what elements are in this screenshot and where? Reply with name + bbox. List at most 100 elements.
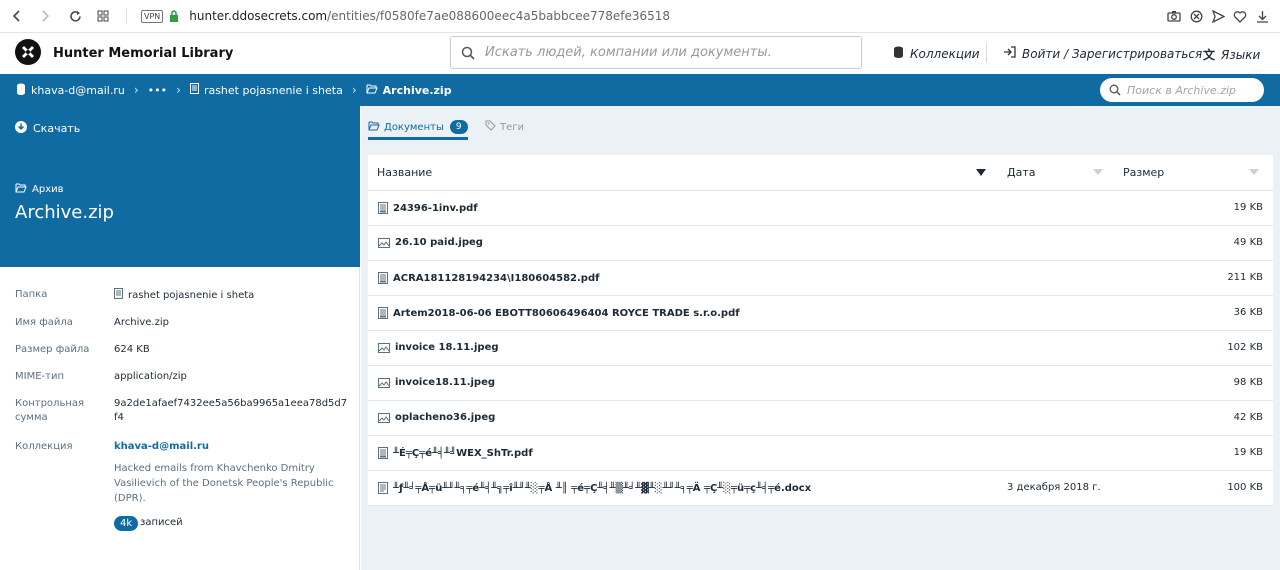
row-name-cell[interactable]: oplacheno36.jpeg [378,412,495,423]
download-icon[interactable] [1254,8,1270,24]
table-row[interactable]: invoice 18.11.jpeg 102 KB [368,331,1273,366]
row-name-cell[interactable]: invoice18.11.jpeg [378,377,495,388]
row-name-cell[interactable]: 24396-1inv.pdf [378,202,478,214]
pdf-icon [378,447,388,459]
login-link[interactable]: Войти / Зарегистрироваться [1003,46,1202,61]
file-name: 26.10 paid.jpeg [395,237,483,248]
row-size-cell: 19 KB [1233,447,1263,458]
row-size-cell: 211 KB [1227,272,1263,283]
row-size-cell: 19 KB [1233,202,1263,213]
docx-icon [378,482,388,494]
table-row[interactable]: ╨ƒ╨╛╤Å╤ü╨╜╨╕╤é╨╡╨╗╤î╨╜╨░╤Å ╨║ ╤é╤Ç╨╡╨▒╨╛… [368,471,1273,506]
archive-search-placeholder: Поиск в Archive.zip [1127,83,1237,97]
breadcrumb-current[interactable]: Archive.zip [366,84,452,97]
reload-icon[interactable] [64,5,86,27]
metadata-panel: Папка rashet pojasnenie i sheta Имя файл… [0,267,360,570]
meta-folder-key: Папка [15,289,48,300]
record-count-label: записей [140,517,183,528]
image-icon [378,342,390,353]
meta-checksum-key: Контрольная сумма [15,398,85,423]
sidebar-header: Скачать Архив Archive.zip [0,106,360,267]
block-icon[interactable] [1188,8,1204,24]
column-date-header[interactable]: Дата [1007,166,1035,179]
row-name-cell[interactable]: ╨ƒ╨╛╤Å╤ü╨╜╨╕╤é╨╡╨╗╤î╨╜╨░╤Å ╨║ ╤é╤Ç╨╡╨▒╨╛… [378,482,811,494]
heart-icon[interactable] [1232,8,1248,24]
column-name-header[interactable]: Название [377,166,432,179]
column-size-header[interactable]: Размер [1123,166,1164,179]
address-bar[interactable]: hunter.ddosecrets.com/entities/f0580fe7a… [189,9,670,23]
file-name: invoice18.11.jpeg [395,377,496,388]
pdf-icon [378,272,388,284]
file-name: ╨ƒ╨╛╤Å╤ü╨╜╨╕╤é╨╡╨╗╤î╨╜╨░╤Å ╨║ ╤é╤Ç╨╡╨▒╨╛… [393,482,812,494]
vpn-badge[interactable]: VPN [141,9,164,23]
chevron-right-icon: › [176,83,181,97]
row-size-cell: 98 KB [1233,377,1263,388]
table-row[interactable]: ╨É╤Ç╤é╨╡╨╝WEX_ShTr.pdf 19 KB [368,436,1273,471]
breadcrumb-collection[interactable]: khava-d@mail.ru [16,83,125,98]
folder-open-icon [368,121,380,134]
download-circle-icon [15,121,27,136]
row-size-cell: 42 KB [1233,412,1263,423]
search-placeholder: Искать людей, компании или документы. [485,45,772,60]
tab-tags[interactable]: Теги [485,120,524,134]
row-name-cell[interactable]: ACRA181128194234\I180604582.pdf [378,272,599,284]
row-size-cell: 100 KB [1227,482,1263,493]
table-row[interactable]: ACRA181128194234\I180604582.pdf 211 KB [368,261,1273,296]
meta-filename-value: Archive.zip [114,317,169,328]
languages-link[interactable]: 文 Языки [1203,46,1260,63]
collections-link[interactable]: Коллекции [893,46,980,61]
pdf-icon [378,307,388,319]
row-size-cell: 36 KB [1233,307,1263,318]
file-name: ACRA181128194234\I180604582.pdf [393,272,600,284]
documents-table: Название Дата Размер 24396-1inv.pdf 19 KB… [368,155,1273,506]
breadcrumb-folder[interactable]: rashet pojasnenie i sheta [189,83,343,97]
row-size-cell: 49 KB [1233,237,1263,248]
tabs-grid-icon[interactable] [92,5,114,27]
forward-icon[interactable] [34,5,56,27]
tab-documents[interactable]: Документы 9 [368,120,468,140]
table-row[interactable]: Artem2018-06-06 EBOTT80606496404 ROYCE T… [368,296,1273,331]
lock-icon [169,7,179,26]
main-content: Документы 9 Теги Название Дата Размер 24… [361,106,1280,570]
meta-collection-link[interactable]: khava-d@mail.ru [114,440,209,454]
send-icon[interactable] [1210,8,1226,24]
table-row[interactable]: invoice18.11.jpeg 98 KB [368,366,1273,401]
row-name-cell[interactable]: Artem2018-06-06 EBOTT80606496404 ROYCE T… [378,307,740,319]
search-input[interactable]: Искать людей, компании или документы. [450,36,862,69]
meta-mime-key: MIME-тип [15,371,64,382]
logo-icon[interactable] [15,39,41,65]
sort-icon[interactable] [1093,169,1103,175]
folder-open-icon [15,183,27,196]
meta-checksum-value: 9a2de1afaef7432ee5a56ba9965a1eea78d5d7 f… [114,398,348,423]
meta-collection-key: Коллекция [15,441,73,452]
row-date-cell: 3 декабря 2018 г. [1007,482,1101,493]
file-name: 24396-1inv.pdf [393,202,478,214]
search-icon [1109,84,1121,96]
image-icon [378,237,390,248]
table-row[interactable]: oplacheno36.jpeg 42 KB [368,401,1273,436]
sort-desc-icon[interactable] [976,169,986,176]
sort-icon[interactable] [1249,169,1259,175]
meta-folder-link[interactable]: rashet pojasnenie i sheta [114,288,254,304]
database-icon [16,83,26,98]
row-name-cell[interactable]: invoice 18.11.jpeg [378,342,499,353]
table-row[interactable]: 24396-1inv.pdf 19 KB [368,191,1273,226]
search-icon [461,46,475,60]
entity-type-label: Архив [15,183,64,196]
breadcrumb-ellipsis[interactable]: ••• [148,84,167,97]
login-icon [1003,46,1016,61]
back-icon[interactable] [6,5,28,27]
pdf-icon [378,202,388,214]
meta-size-value: 624 KB [114,344,150,355]
file-name: Artem2018-06-06 EBOTT80606496404 ROYCE T… [393,307,740,319]
download-button[interactable]: Скачать [15,121,80,136]
row-name-cell[interactable]: 26.10 paid.jpeg [378,237,483,248]
brand-title[interactable]: Hunter Memorial Library [53,46,233,61]
folder-open-icon [366,84,378,97]
document-icon [114,288,123,304]
table-row[interactable]: 26.10 paid.jpeg 49 KB [368,226,1273,261]
camera-icon[interactable] [1166,8,1182,24]
row-name-cell[interactable]: ╨É╤Ç╤é╨╡╨╝WEX_ShTr.pdf [378,447,533,459]
chevron-right-icon: › [351,83,357,97]
archive-search-input[interactable]: Поиск в Archive.zip [1100,78,1264,102]
